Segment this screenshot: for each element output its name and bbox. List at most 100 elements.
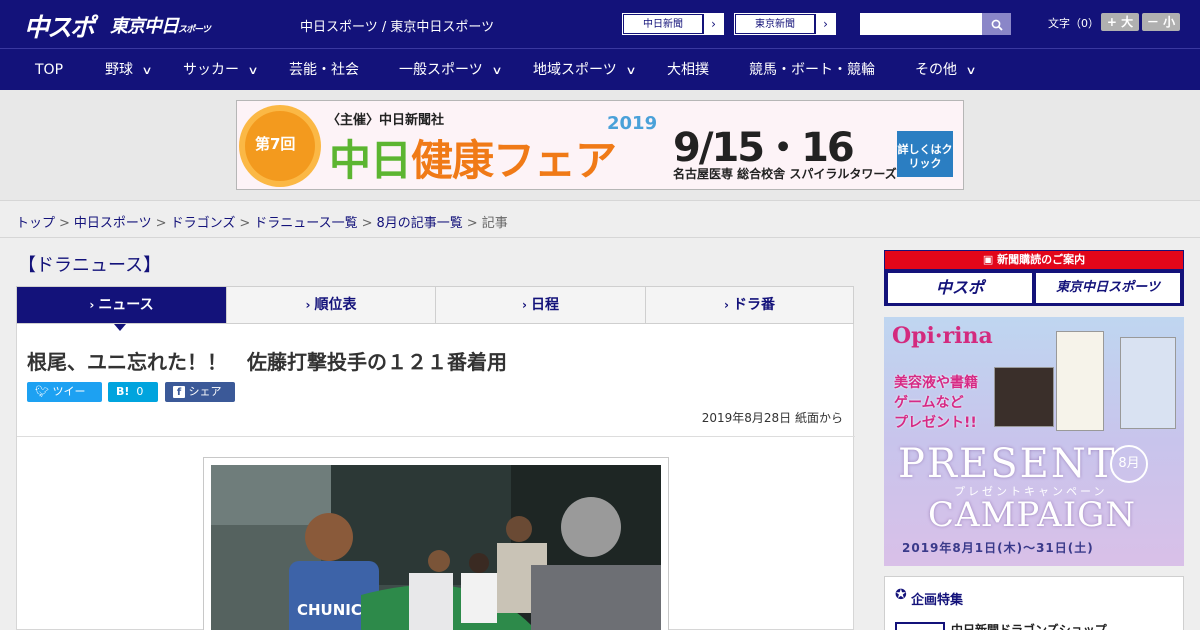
main-nav: TOP 野球 ∨ サッカー ∨ 芸能・社会 一般スポーツ ∨ 地域スポーツ ∨ 大相撲 … xyxy=(0,48,1200,90)
facebook-label: シェア xyxy=(188,385,222,398)
facebook-share-button[interactable]: f シェア 5 xyxy=(165,382,235,418)
ad-present: PRESENT xyxy=(898,441,1117,487)
banner-title: 中日健康フェア xyxy=(329,127,617,188)
banner-area: 第7回 〈主催〉中日新聞社 中日健康フェア 2019 9/15・16 名古屋医専… xyxy=(0,90,1200,200)
present-campaign-ad[interactable]: Opi·rina 美容液や書籍 ゲームなど プレゼント!! PRESENT 8月… xyxy=(884,317,1184,566)
tokyo-chunichi-subscribe-button[interactable]: 東京中日スポーツ xyxy=(1036,273,1180,303)
section-tabs: › ニュース › 順位表 › 日程 › ドラ番 xyxy=(16,286,854,324)
chunichi-shimbun-link[interactable]: 中日新聞 › xyxy=(622,13,724,35)
banner-year: 2019 xyxy=(607,113,658,134)
article-dateline: 2019年8月28日 紙面から xyxy=(701,411,843,425)
twitter-icon: 🐦︎ xyxy=(35,385,49,398)
banner-edition: 第7回 xyxy=(255,135,296,153)
facebook-icon: f xyxy=(173,386,185,398)
nav-item-entertainment[interactable]: 芸能・社会 xyxy=(289,49,359,91)
tokyo-shimbun-link[interactable]: 東京新聞 › xyxy=(734,13,836,35)
chevron-down-icon: ∨ xyxy=(141,64,153,77)
nav-item-baseball[interactable]: 野球 ∨ xyxy=(105,49,153,91)
breadcrumb-link-august[interactable]: 8月の記事一覧 xyxy=(377,216,463,231)
chuspo-subscribe-button[interactable]: 中スポ xyxy=(888,273,1032,303)
font-size-label: 文字（0） xyxy=(1048,17,1099,30)
tokyo-shimbun-label: 東京新聞 xyxy=(735,14,815,34)
health-fair-banner[interactable]: 第7回 〈主催〉中日新聞社 中日健康フェア 2019 9/15・16 名古屋医専… xyxy=(236,100,964,190)
search-icon xyxy=(991,19,1003,31)
nav-label: 一般スポーツ xyxy=(399,62,483,78)
nav-item-general-sports[interactable]: 一般スポーツ ∨ xyxy=(399,49,502,91)
chuspo-logo[interactable]: 中スポ xyxy=(24,8,95,44)
breadcrumb-link-chunichi-sports[interactable]: 中日スポーツ xyxy=(74,216,152,231)
ad-month: 8月 xyxy=(1110,445,1148,483)
nav-item-other[interactable]: その他 ∨ xyxy=(915,49,977,91)
nav-label: 大相撲 xyxy=(667,62,709,78)
banner-organizer: 〈主催〉中日新聞社 xyxy=(327,113,445,128)
nav-item-racing[interactable]: 競馬・ボート・競輪 xyxy=(749,49,875,91)
breadcrumb-separator: > xyxy=(239,216,251,231)
article-photo[interactable]: CHUNICH xyxy=(211,465,661,630)
hatena-bookmark-button[interactable]: B! 0 xyxy=(108,382,158,402)
tokyo-logo-small: スポーツ xyxy=(178,25,211,35)
nav-item-local-sports[interactable]: 地域スポーツ ∨ xyxy=(533,49,637,91)
chevron-down-icon: ∨ xyxy=(625,64,637,77)
photo-illustration: CHUNICH xyxy=(211,465,661,630)
banner-cta-text: 詳しくはクリック xyxy=(897,143,953,170)
tab-label: 順位表 xyxy=(314,297,357,313)
search-button[interactable] xyxy=(982,13,1011,35)
feature-thumbnail[interactable] xyxy=(895,622,945,630)
nav-item-soccer[interactable]: サッカー ∨ xyxy=(183,49,259,91)
ad-copy-line: 美容液や書籍 xyxy=(894,375,978,391)
tab-standings[interactable]: › 順位表 xyxy=(227,287,436,323)
ad-brand: Opi·rina xyxy=(892,323,993,349)
game-image xyxy=(1120,337,1176,429)
subscription-header-text: 新聞購読のご案内 xyxy=(997,253,1086,266)
nav-item-top[interactable]: TOP xyxy=(35,49,63,91)
banner-title-part2: 健康フェア xyxy=(411,136,617,185)
active-tab-pointer xyxy=(114,324,126,331)
subscription-box: ▣ 新聞購読のご案内 中スポ 東京中日スポーツ xyxy=(884,250,1184,306)
chevron-down-icon: ∨ xyxy=(965,64,977,77)
tab-schedule[interactable]: › 日程 xyxy=(436,287,646,323)
chunichi-shimbun-label: 中日新聞 xyxy=(623,14,703,34)
breadcrumb-link-top[interactable]: トップ xyxy=(16,216,55,231)
feature-title: 企画特集 xyxy=(911,593,964,608)
feature-box: ✪ 企画特集 中日新聞ドラゴンズショップ xyxy=(884,576,1184,630)
tokyo-chunichi-logo[interactable]: 東京中日スポーツ xyxy=(110,12,211,38)
site-title[interactable]: 中日スポーツ / 東京中日スポーツ xyxy=(300,16,494,35)
font-smaller-button[interactable]: － 小 xyxy=(1142,13,1180,31)
nav-label: 芸能・社会 xyxy=(289,62,359,78)
breadcrumb-current: 記事 xyxy=(481,216,508,231)
nav-label: サッカー xyxy=(183,62,239,78)
article-headline: 根尾、ユニ忘れた！！ 佐藤打撃投手の１２１番着用 xyxy=(27,350,507,374)
chevron-down-icon: ∨ xyxy=(247,64,259,77)
breadcrumb: トップ > 中日スポーツ > ドラゴンズ > ドラニュース一覧 >8月の記事一覧 > 記事 xyxy=(0,200,1200,238)
hatena-icon: B! xyxy=(116,385,130,398)
section-title: 【ドラニュース】 xyxy=(18,255,162,276)
search-input[interactable] xyxy=(860,13,982,35)
breadcrumb-separator: > xyxy=(466,216,478,231)
nav-label: 地域スポーツ xyxy=(533,62,617,78)
tweet-button[interactable]: 🐦︎ ツイート xyxy=(27,382,102,418)
book-image xyxy=(1056,331,1104,431)
ad-copy: 美容液や書籍 ゲームなど プレゼント!! xyxy=(894,373,978,433)
feature-item-link[interactable]: 中日新聞ドラゴンズショップ xyxy=(951,621,1107,630)
divider xyxy=(17,436,855,437)
facebook-count: 5 xyxy=(173,405,180,418)
tab-dora-ban[interactable]: › ドラ番 xyxy=(646,287,853,323)
chevron-right-icon: › xyxy=(89,298,95,312)
nav-item-sumo[interactable]: 大相撲 xyxy=(667,49,709,91)
tab-label: 日程 xyxy=(530,297,559,313)
chevron-right-icon: › xyxy=(522,298,527,312)
nav-label: 競馬・ボート・競輪 xyxy=(749,62,875,78)
product-image xyxy=(994,367,1054,427)
breadcrumb-link-dora-news[interactable]: ドラニュース一覧 xyxy=(254,216,357,231)
chevron-right-icon: › xyxy=(815,14,835,34)
chevron-right-icon: › xyxy=(724,298,729,312)
font-larger-button[interactable]: + 大 xyxy=(1101,13,1139,31)
tab-label: ニュース xyxy=(98,297,154,313)
banner-venue: 名古屋医専 総合校舎 スパイラルタワーズ xyxy=(673,167,897,181)
tab-news[interactable]: › ニュース xyxy=(17,287,227,323)
ad-campaign: CAMPAIGN xyxy=(928,495,1137,535)
ad-period: 2019年8月1日(木)〜31日(土) xyxy=(902,541,1094,555)
ribbon-icon: ✪ xyxy=(895,587,907,603)
breadcrumb-link-dragons[interactable]: ドラゴンズ xyxy=(171,216,236,231)
nav-label: TOP xyxy=(35,62,64,78)
